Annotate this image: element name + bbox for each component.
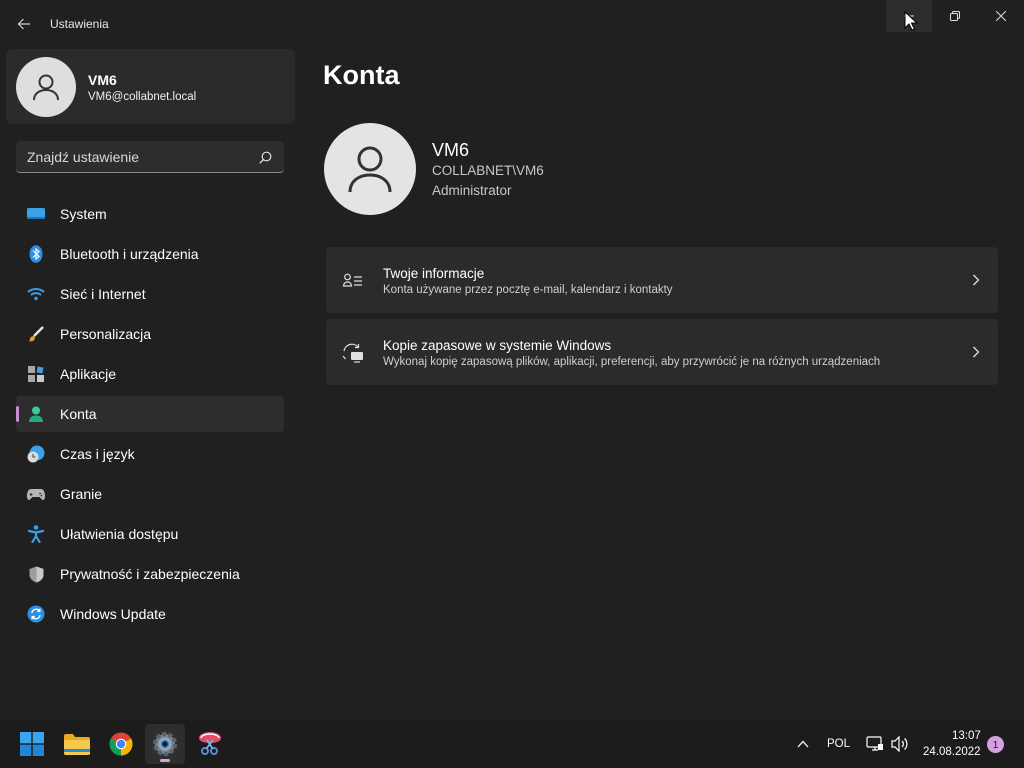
back-arrow-icon	[17, 18, 30, 30]
sidebar-item-gaming[interactable]: Granie	[16, 476, 284, 512]
sidebar-item-accounts[interactable]: Konta	[16, 396, 284, 432]
clock-globe-icon	[27, 445, 45, 463]
sidebar-item-bluetooth[interactable]: Bluetooth i urządzenia	[16, 236, 284, 272]
taskbar-snipping-tool[interactable]	[190, 724, 230, 764]
sidebar-item-network[interactable]: Sieć i Internet	[16, 276, 284, 312]
window-title: Ustawienia	[50, 17, 109, 31]
sidebar-item-apps[interactable]: Aplikacje	[16, 356, 284, 392]
profile-email: VM6@collabnet.local	[88, 91, 197, 103]
sidebar-item-label: Granie	[60, 486, 103, 502]
back-button[interactable]	[8, 8, 40, 40]
sidebar-item-label: Ułatwienia dostępu	[60, 526, 179, 542]
system-icon	[27, 205, 45, 223]
chevron-right-icon	[968, 272, 984, 288]
volume-icon[interactable]	[891, 735, 909, 753]
apps-icon	[27, 365, 45, 383]
search-input[interactable]	[16, 141, 252, 172]
user-domain: COLLABNET\VM6	[432, 163, 544, 178]
sidebar-item-windows-update[interactable]: Windows Update	[16, 596, 284, 632]
sidebar-item-privacy-security[interactable]: Prywatność i zabezpieczenia	[16, 556, 284, 592]
snipping-tool-icon	[199, 732, 221, 755]
accessibility-icon	[27, 525, 45, 543]
sidebar-item-label: Aplikacje	[60, 366, 117, 382]
mouse-cursor-icon	[904, 11, 918, 31]
card-your-info[interactable]: Twoje informacje Konta używane przez poc…	[326, 247, 998, 313]
sidebar-item-label: Czas i język	[60, 446, 135, 462]
input-language[interactable]: POL	[827, 738, 850, 750]
sidebar-item-label: Konta	[60, 406, 97, 422]
clock-time[interactable]: 13:07	[952, 730, 981, 742]
file-explorer-icon	[64, 734, 90, 755]
brush-icon	[27, 325, 45, 343]
sidebar-item-label: Sieć i Internet	[60, 286, 146, 302]
active-app-indicator	[160, 759, 170, 762]
title-bar: Ustawienia	[0, 0, 1024, 48]
account-icon	[27, 405, 45, 423]
search-box	[16, 141, 284, 173]
avatar	[16, 57, 76, 117]
user-avatar-icon	[33, 74, 59, 101]
card-title: Kopie zapasowe w systemie Windows	[383, 338, 612, 353]
gamepad-icon	[27, 485, 45, 503]
sidebar-item-label: Prywatność i zabezpieczenia	[60, 566, 240, 582]
close-button[interactable]	[978, 0, 1024, 32]
user-role: Administrator	[432, 183, 512, 198]
network-icon[interactable]	[866, 735, 884, 753]
clock-date[interactable]: 24.08.2022	[923, 746, 981, 758]
notification-badge[interactable]: 1	[987, 736, 1004, 753]
card-title: Twoje informacje	[383, 266, 485, 281]
person-list-icon	[342, 270, 364, 292]
start-icon	[20, 732, 44, 756]
sidebar-nav: System Bluetooth i urządzenia Sieć i Int…	[16, 196, 284, 636]
settings-icon	[153, 732, 177, 756]
sidebar-item-label: System	[60, 206, 107, 222]
user-avatar-large	[324, 123, 416, 215]
card-subtitle: Wykonaj kopię zapasową plików, aplikacji…	[383, 356, 881, 368]
profile-name: VM6	[88, 72, 117, 88]
close-icon	[996, 11, 1006, 21]
start-button[interactable]	[12, 724, 52, 764]
search-icon[interactable]	[256, 148, 274, 166]
taskbar-file-explorer[interactable]	[57, 724, 97, 764]
restore-button[interactable]	[932, 0, 978, 32]
card-windows-backup[interactable]: Kopie zapasowe w systemie Windows Wykona…	[326, 319, 998, 385]
chevron-right-icon	[968, 344, 984, 360]
chrome-icon	[109, 732, 133, 756]
taskbar-settings[interactable]	[145, 724, 185, 764]
card-subtitle: Konta używane przez pocztę e-mail, kalen…	[383, 284, 673, 296]
restore-icon	[950, 11, 960, 21]
user-name: VM6	[432, 140, 470, 160]
taskbar-chrome[interactable]	[101, 724, 141, 764]
user-avatar-icon	[348, 146, 392, 193]
sidebar-item-label: Windows Update	[60, 606, 166, 622]
bluetooth-icon	[27, 245, 45, 263]
taskbar: POL 13:07 24.08.2022 1	[0, 720, 1024, 768]
sidebar-item-personalization[interactable]: Personalizacja	[16, 316, 284, 352]
sidebar-item-label: Personalizacja	[60, 326, 152, 342]
sidebar-item-accessibility[interactable]: Ułatwienia dostępu	[16, 516, 284, 552]
sidebar-item-system[interactable]: System	[16, 196, 284, 232]
chevron-up-icon	[797, 740, 809, 748]
page-title: Konta	[323, 60, 400, 90]
sidebar-item-label: Bluetooth i urządzenia	[60, 246, 199, 262]
update-icon	[27, 605, 45, 623]
profile-card[interactable]: VM6 VM6@collabnet.local	[6, 49, 295, 124]
wifi-icon	[27, 285, 45, 303]
backup-sync-icon	[342, 342, 364, 364]
show-hidden-icons-button[interactable]	[794, 736, 812, 752]
shield-icon	[27, 565, 45, 583]
sidebar-item-time-language[interactable]: Czas i język	[16, 436, 284, 472]
